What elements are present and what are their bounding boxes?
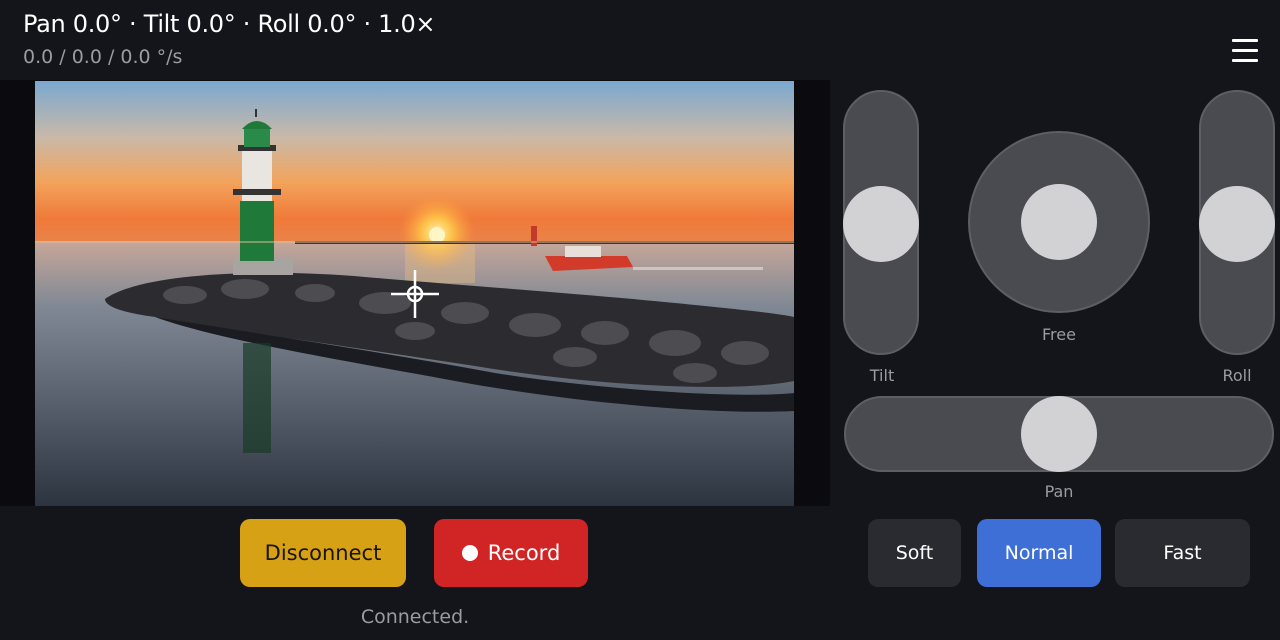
connection-status: Connected. [360, 606, 470, 628]
pan-knob[interactable] [1021, 396, 1097, 472]
pan-slider[interactable] [844, 396, 1274, 472]
record-label: Record [487, 541, 561, 565]
roll-slider[interactable] [1199, 90, 1275, 355]
hamburger-menu-icon[interactable] [1230, 37, 1260, 65]
speed-fast-button[interactable]: Fast [1115, 519, 1250, 587]
speed-normal-button[interactable]: Normal [977, 519, 1101, 587]
tilt-knob[interactable] [843, 186, 919, 262]
roll-label: Roll [1222, 366, 1252, 385]
tilt-slider[interactable] [843, 90, 919, 355]
speed-fast-label: Fast [1163, 542, 1202, 564]
status-readout: Pan 0.0° · Tilt 0.0° · Roll 0.0° · 1.0× … [23, 6, 436, 70]
camera-preview[interactable] [35, 81, 794, 506]
free-joystick-knob[interactable] [1021, 184, 1097, 260]
record-button[interactable]: Record [434, 519, 588, 587]
pan-label: Pan [1044, 482, 1074, 501]
speed-normal-label: Normal [1004, 542, 1074, 564]
crosshair-icon [391, 270, 439, 318]
speed-soft-label: Soft [895, 542, 934, 564]
speed-readout: 0.0 / 0.0 / 0.0 °/s [23, 46, 183, 68]
speed-soft-button[interactable]: Soft [868, 519, 961, 587]
tilt-label: Tilt [869, 366, 895, 385]
record-dot-icon [461, 545, 478, 561]
disconnect-label: Disconnect [264, 541, 382, 565]
free-joystick[interactable] [968, 131, 1150, 313]
position-readout: Pan 0.0° · Tilt 0.0° · Roll 0.0° · 1.0× [23, 10, 436, 38]
roll-knob[interactable] [1199, 186, 1275, 262]
disconnect-button[interactable]: Disconnect [240, 519, 406, 587]
free-label: Free [1042, 325, 1076, 344]
